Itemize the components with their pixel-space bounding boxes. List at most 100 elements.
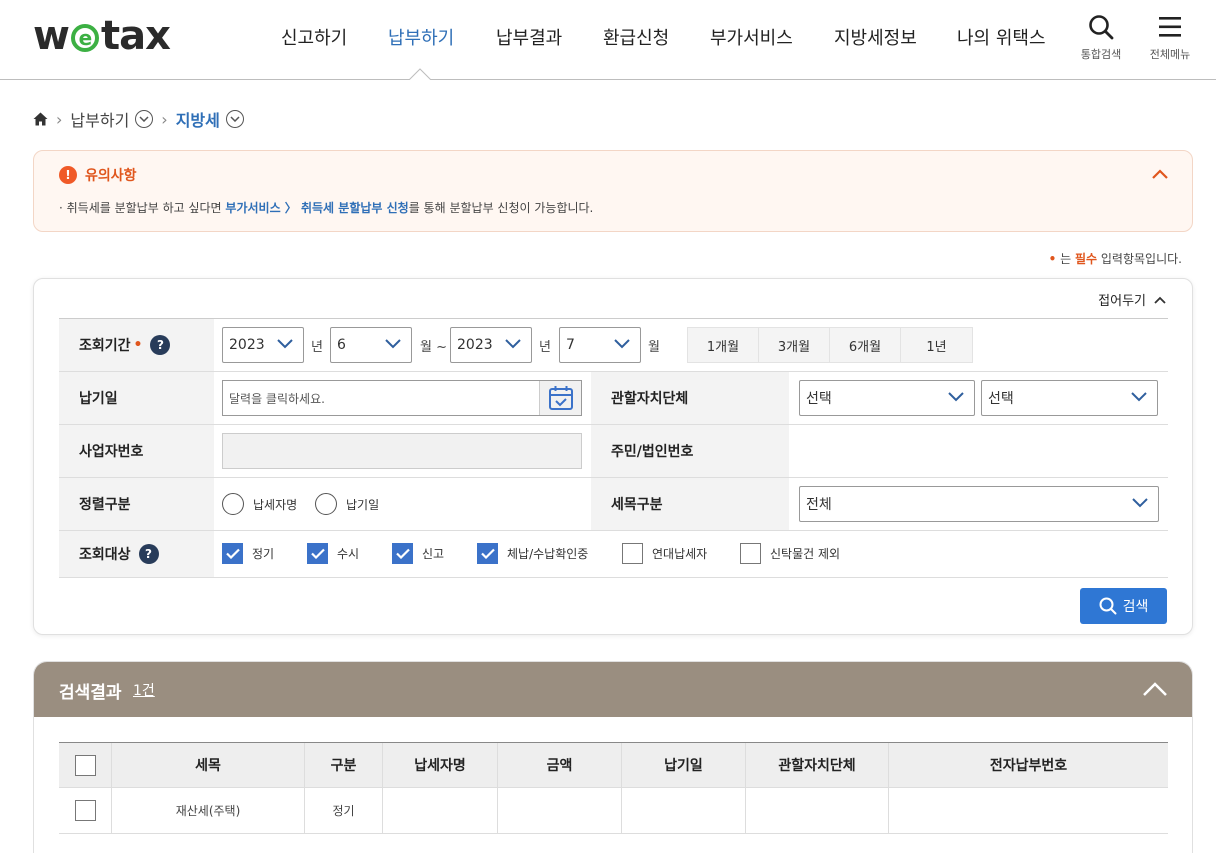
- nav-item-result[interactable]: 납부결과: [496, 24, 562, 50]
- logo-text-tax: tax: [100, 13, 171, 59]
- target-check-joint-taxpayer[interactable]: 연대납세자: [622, 543, 707, 564]
- period-1-month-button[interactable]: 1개월: [688, 328, 759, 362]
- nav-item-pay[interactable]: 납부하기: [388, 24, 454, 50]
- logo-text-w: w: [33, 13, 70, 59]
- year-unit-label: 년: [539, 340, 551, 355]
- site-header: w e tax 신고하기 납부하기 납부결과 환급신청 부가서비스 지방세정보 나의…: [0, 0, 1216, 80]
- exclamation-icon: !: [59, 166, 77, 184]
- calendar-button[interactable]: [539, 381, 581, 415]
- results-header: 검색결과 1건: [34, 662, 1192, 717]
- local-gov-select-1-value: 선택: [806, 391, 832, 407]
- notice-link[interactable]: 부가서비스 〉 취득세 분할납부 신청: [225, 201, 408, 215]
- fold-button[interactable]: 접어두기: [1098, 290, 1166, 309]
- target-label: 조회대상 ?: [59, 531, 214, 577]
- sort-option-taxpayer: 납세자명: [253, 497, 298, 512]
- chevron-down-icon: [277, 339, 293, 349]
- target-joint-taxpayer-label: 연대납세자: [652, 547, 708, 561]
- table-row[interactable]: 재산세(주택) 정기: [59, 788, 1168, 834]
- home-icon[interactable]: [33, 112, 48, 126]
- month-unit-label: 월: [648, 340, 660, 355]
- required-note-post: 입력항목입니다.: [1097, 252, 1182, 266]
- results-card: 검색결과 1건 세목 구분 납세자명 금액 납기일 관할자치단체 전자납부번호 …: [33, 661, 1193, 853]
- chevron-down-circle-icon[interactable]: [135, 110, 154, 128]
- all-menu-button[interactable]: 전체메뉴: [1146, 14, 1194, 62]
- sort-radio-taxpayer[interactable]: 납세자명: [222, 493, 297, 515]
- sort-radio-due-date[interactable]: 납기일: [315, 493, 379, 515]
- start-month-value: 6: [337, 337, 346, 353]
- target-check-regular[interactable]: 정기: [222, 543, 274, 564]
- column-header-local-gov: 관할자치단체: [745, 743, 888, 787]
- help-question-icon[interactable]: ?: [138, 544, 159, 564]
- period-3-months-button[interactable]: 3개월: [759, 328, 830, 362]
- target-regular-label: 정기: [252, 547, 275, 561]
- start-month-select[interactable]: 6: [330, 327, 412, 363]
- column-header-amount: 금액: [497, 743, 621, 787]
- help-question-icon[interactable]: ?: [150, 335, 171, 355]
- radio-circle-icon: [222, 493, 244, 515]
- target-report-label: 신고: [422, 547, 445, 561]
- results-table: 세목 구분 납세자명 금액 납기일 관할자치단체 전자납부번호 재산세(주택) …: [59, 742, 1168, 834]
- required-word: 필수: [1074, 252, 1098, 266]
- resident-no-label: 주민/법인번호: [591, 425, 789, 477]
- column-header-due-date: 납기일: [621, 743, 745, 787]
- collapse-chevron-up-icon[interactable]: [1142, 681, 1168, 697]
- chevron-down-icon: [1132, 498, 1148, 508]
- row-checkbox[interactable]: [74, 800, 96, 821]
- target-check-exclude-trust[interactable]: 신탁물건 제외: [740, 543, 840, 564]
- period-quick-buttons: 1개월 3개월 6개월 1년: [687, 327, 973, 363]
- end-year-select[interactable]: 2023: [450, 327, 532, 363]
- target-check-occasional[interactable]: 수시: [307, 543, 359, 564]
- nav-item-refund[interactable]: 환급신청: [603, 24, 669, 50]
- search-button[interactable]: 검색: [1080, 588, 1167, 624]
- search-form-table: 조회기간 • ? 2023 년 6 월 ~ 2023 년 7 월 1개월 3개월…: [59, 318, 1168, 578]
- end-month-value: 7: [566, 337, 575, 353]
- period-label: 조회기간 • ?: [59, 319, 214, 371]
- breadcrumb-current[interactable]: 지방세: [176, 107, 220, 131]
- sort-row: 정렬구분 납세자명 납기일 세목구분 전체: [59, 478, 1168, 531]
- search-label: 통합검색: [1080, 48, 1122, 61]
- cell-due-date: [621, 788, 745, 833]
- search-icon: [1099, 597, 1117, 615]
- target-check-arrears[interactable]: 체납/수납확인중: [477, 543, 588, 564]
- local-gov-select-2[interactable]: 선택: [981, 380, 1158, 416]
- start-year-value: 2023: [229, 337, 265, 353]
- required-note: • 는 필수 입력항목입니다.: [1049, 250, 1182, 267]
- tax-item-value: 전체: [806, 497, 832, 513]
- tax-item-select[interactable]: 전체: [799, 486, 1159, 522]
- nav-item-file[interactable]: 신고하기: [281, 24, 347, 50]
- notice-title: ! 유의사항: [59, 165, 137, 185]
- select-all-cell: [59, 743, 111, 787]
- nav-item-services[interactable]: 부가서비스: [710, 24, 793, 50]
- column-header-type: 구분: [304, 743, 382, 787]
- chevron-up-icon: [1154, 296, 1166, 304]
- checkbox-checked-icon: [222, 543, 243, 564]
- target-arrears-label: 체납/수납확인중: [507, 547, 589, 561]
- due-date-input[interactable]: 달력을 클릭하세요.: [222, 380, 582, 416]
- collapse-chevron-up-icon[interactable]: [1152, 169, 1168, 179]
- end-month-select[interactable]: 7: [559, 327, 641, 363]
- checkbox-unchecked-icon: [622, 543, 643, 564]
- cell-tax-item: 재산세(주택): [111, 788, 304, 833]
- wetax-logo[interactable]: w e tax: [33, 13, 171, 59]
- breadcrumb-level1[interactable]: 납부하기: [70, 107, 129, 131]
- nav-item-tax-info[interactable]: 지방세정보: [834, 24, 917, 50]
- required-note-pre: 는: [1056, 252, 1075, 266]
- notice-title-text: 유의사항: [85, 168, 137, 184]
- active-nav-caret-icon: [409, 68, 431, 80]
- target-check-report[interactable]: 신고: [392, 543, 444, 564]
- chevron-down-icon: [614, 339, 630, 349]
- start-year-select[interactable]: 2023: [222, 327, 304, 363]
- unified-search-button[interactable]: 통합검색: [1078, 14, 1124, 62]
- business-no-input[interactable]: [222, 433, 582, 469]
- target-exclude-trust-label: 신탁물건 제외: [770, 547, 841, 561]
- chevron-down-circle-icon[interactable]: [225, 110, 244, 128]
- checkbox-checked-icon: [477, 543, 498, 564]
- period-1-year-button[interactable]: 1년: [901, 328, 972, 362]
- column-header-e-payment-no: 전자납부번호: [888, 743, 1168, 787]
- period-6-months-button[interactable]: 6개월: [830, 328, 901, 362]
- nav-item-my-wetax[interactable]: 나의 위택스: [957, 24, 1046, 50]
- local-gov-select-1[interactable]: 선택: [799, 380, 975, 416]
- column-header-tax-item: 세목: [111, 743, 304, 787]
- radio-circle-icon: [315, 493, 337, 515]
- select-all-checkbox[interactable]: [74, 754, 96, 776]
